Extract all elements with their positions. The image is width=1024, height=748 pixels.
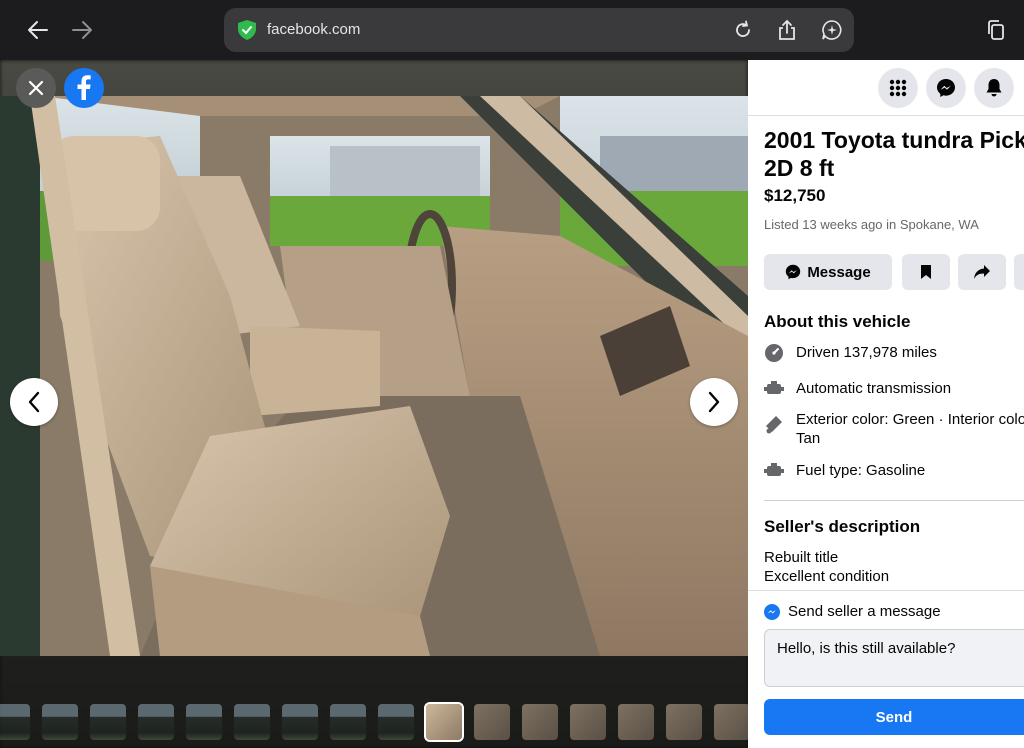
listing-panel: 2001 Toyota tundra Pickup 2D 8 ft $12,75… [748,60,1024,748]
photo-thumbnail[interactable] [330,704,366,740]
facebook-f-icon [77,75,91,100]
photo-thumbnail[interactable] [618,704,654,740]
photo-thumbnail[interactable] [90,704,126,740]
chevron-left-icon [28,391,40,413]
close-icon [28,80,44,96]
photo-thumbnail[interactable] [522,704,558,740]
speedometer-icon [764,343,784,363]
photo-thumbnail[interactable] [474,704,510,740]
photo-thumbnail[interactable] [186,704,222,740]
listing-title: 2001 Toyota tundra Pickup 2D 8 ft [764,127,1024,181]
photo-thumbnail[interactable] [0,704,30,740]
message-button[interactable]: Message [764,254,892,290]
transmission-text: Automatic transmission [796,380,952,397]
transmission-icon [764,379,784,399]
photo-thumbnail[interactable] [234,704,270,740]
back-arrow-icon[interactable] [22,14,54,46]
thumbnail-strip [0,700,748,742]
assistant-sparkle-icon[interactable] [820,18,844,42]
share-arrow-icon [974,265,990,279]
photo-thumbnail[interactable] [378,704,414,740]
messenger-icon[interactable] [926,68,966,108]
messenger-icon [786,264,801,280]
seller-description-heading: Seller's description [764,517,921,536]
save-button[interactable] [902,254,950,290]
url-text: facebook.com [267,21,361,38]
mileage-text: Driven 137,978 miles [796,344,937,361]
address-bar[interactable]: facebook.com [224,8,854,52]
listing-price: $12,750 [764,186,826,205]
next-photo-button[interactable] [690,378,738,426]
photo-thumbnail[interactable] [282,704,318,740]
bookmark-icon [921,265,931,279]
send-seller-heading: Send seller a message [788,603,941,620]
message-input-text: Hello, is this still available? [777,640,956,657]
photo-viewer [0,60,748,748]
send-button-label: Send [875,708,913,726]
section-divider [764,500,1024,501]
photo-thumbnail[interactable] [714,704,748,740]
tabs-icon[interactable] [980,14,1012,46]
photo-thumbnail[interactable] [424,702,464,742]
paint-icon [764,414,784,434]
truck-interior-photo [0,96,748,656]
photo-thumbnail[interactable] [570,704,606,740]
notifications-bell-icon[interactable] [974,68,1014,108]
seller-description-line: Excellent condition [764,568,890,585]
send-seller-heading-row: Send seller a message [764,603,941,620]
close-viewer-button[interactable] [16,68,56,108]
reload-icon[interactable] [731,18,755,42]
messenger-icon [764,603,780,620]
color-row: Exterior color: Green · Interior color: … [764,410,1024,450]
share-icon[interactable] [775,18,799,42]
chevron-right-icon [708,391,720,413]
engine-icon [764,461,784,481]
photo-thumbnail[interactable] [138,704,174,740]
message-input[interactable]: Hello, is this still available? [764,629,1024,687]
listing-meta: Listed 13 weeks ago in Spokane, WA [764,217,979,232]
more-button[interactable] [1014,254,1024,290]
about-heading: About this vehicle [764,312,911,331]
color-text: Exterior color: Green · Interior color: … [796,411,1024,447]
seller-description-line: Rebuilt title [764,549,839,566]
forward-arrow-icon[interactable] [66,14,98,46]
photo-thumbnail[interactable] [42,704,78,740]
message-button-label: Message [807,263,871,281]
photo-thumbnail[interactable] [666,704,702,740]
browser-toolbar: facebook.com [0,0,1024,60]
secure-shield-icon [236,19,258,46]
menu-grid-icon[interactable] [878,68,918,108]
fuel-text: Fuel type: Gasoline [796,462,926,479]
send-button[interactable]: Send [764,699,1024,735]
facebook-logo[interactable] [64,68,104,108]
panel-header [748,60,1024,116]
previous-photo-button[interactable] [10,378,58,426]
share-button[interactable] [958,254,1006,290]
send-message-box: Send seller a message Hello, is this sti… [748,590,1024,748]
